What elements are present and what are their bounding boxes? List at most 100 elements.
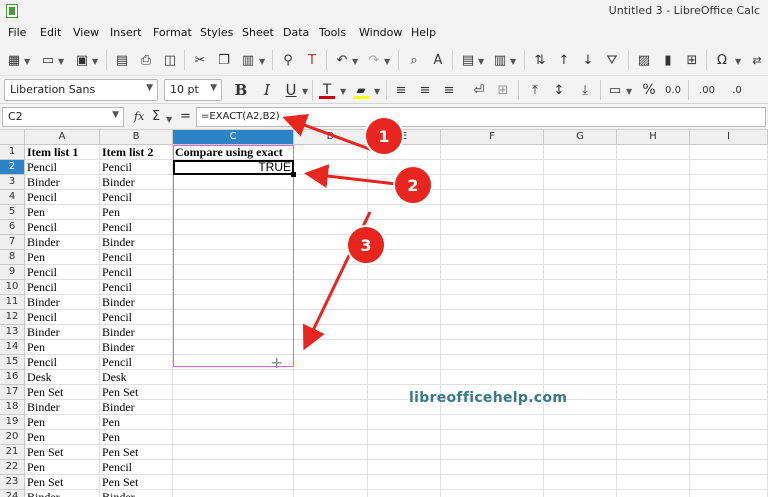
row-header[interactable]: 24 xyxy=(0,490,25,497)
cell-d3[interactable] xyxy=(294,175,368,190)
align-center-icon[interactable]: ≡ xyxy=(416,81,434,99)
cell-a15[interactable]: Pencil xyxy=(25,355,100,370)
cell-c1[interactable]: Compare using exact xyxy=(173,145,294,160)
cell-d12[interactable] xyxy=(294,310,368,325)
cell-h23[interactable] xyxy=(617,475,690,490)
cell-d18[interactable] xyxy=(294,400,368,415)
cell-c22[interactable] xyxy=(173,460,294,475)
cell-d2[interactable] xyxy=(294,160,368,175)
name-box[interactable]: C2 ▼ xyxy=(2,107,124,127)
cell-i6[interactable] xyxy=(690,220,768,235)
row-header[interactable]: 22 xyxy=(0,460,25,475)
cell-i16[interactable] xyxy=(690,370,768,385)
row-header[interactable]: 1 xyxy=(0,145,25,160)
row-header[interactable]: 17 xyxy=(0,385,25,400)
number-format-button[interactable]: 0.0 xyxy=(662,81,684,99)
cell-a10[interactable]: Pencil xyxy=(25,280,100,295)
cell-h8[interactable] xyxy=(617,250,690,265)
cell-d22[interactable] xyxy=(294,460,368,475)
column-header-d[interactable]: D xyxy=(294,130,368,145)
cell-g20[interactable] xyxy=(544,430,617,445)
cell-b1[interactable]: Item list 2 xyxy=(100,145,173,160)
cell-g3[interactable] xyxy=(544,175,617,190)
cell-g14[interactable] xyxy=(544,340,617,355)
cell-a16[interactable]: Desk xyxy=(25,370,100,385)
cell-f2[interactable] xyxy=(441,160,544,175)
cell-b6[interactable]: Pencil xyxy=(100,220,173,235)
chevron-down-icon[interactable]: ▼ xyxy=(259,57,265,66)
cell-f3[interactable] xyxy=(441,175,544,190)
cell-e12[interactable] xyxy=(368,310,441,325)
menu-tools[interactable]: Tools xyxy=(319,26,346,39)
sort-ascending-icon[interactable]: ↑ xyxy=(556,52,572,68)
add-decimal-button[interactable]: .00 xyxy=(694,81,720,99)
row-header[interactable]: 21 xyxy=(0,445,25,460)
wrap-text-icon[interactable]: ⏎ xyxy=(470,81,488,99)
cell-d13[interactable] xyxy=(294,325,368,340)
hyperlink-icon[interactable]: ⇄ xyxy=(750,52,764,68)
cell-d8[interactable] xyxy=(294,250,368,265)
cell-g10[interactable] xyxy=(544,280,617,295)
cell-e10[interactable] xyxy=(368,280,441,295)
cell-i10[interactable] xyxy=(690,280,768,295)
column-header-i[interactable]: I xyxy=(690,130,768,145)
cell-h13[interactable] xyxy=(617,325,690,340)
cell-b16[interactable]: Desk xyxy=(100,370,173,385)
cell-c7[interactable] xyxy=(173,235,294,250)
column-header-e[interactable]: E xyxy=(368,130,441,145)
spelling-icon[interactable]: A xyxy=(430,52,446,68)
cell-a8[interactable]: Pen xyxy=(25,250,100,265)
cell-h11[interactable] xyxy=(617,295,690,310)
row-header[interactable]: 14 xyxy=(0,340,25,355)
cell-c9[interactable] xyxy=(173,265,294,280)
row-header[interactable]: 13 xyxy=(0,325,25,340)
sort-icon[interactable]: ⇅ xyxy=(532,52,548,68)
cell-a2[interactable]: Pencil xyxy=(25,160,100,175)
cell-d1[interactable] xyxy=(294,145,368,160)
cell-b9[interactable]: Pencil xyxy=(100,265,173,280)
cell-h1[interactable] xyxy=(617,145,690,160)
cell-i20[interactable] xyxy=(690,430,768,445)
cell-i5[interactable] xyxy=(690,205,768,220)
chevron-down-icon[interactable]: ▼ xyxy=(374,87,380,96)
clear-formatting-icon[interactable]: T xyxy=(304,52,320,68)
cell-h10[interactable] xyxy=(617,280,690,295)
cell-f8[interactable] xyxy=(441,250,544,265)
cell-h14[interactable] xyxy=(617,340,690,355)
align-bottom-icon[interactable]: ⤓ xyxy=(576,81,594,99)
cell-f14[interactable] xyxy=(441,340,544,355)
chevron-down-icon[interactable]: ▼ xyxy=(510,57,516,66)
cell-g5[interactable] xyxy=(544,205,617,220)
cell-a22[interactable]: Pen xyxy=(25,460,100,475)
cut-icon[interactable]: ✂ xyxy=(192,52,208,68)
cell-g19[interactable] xyxy=(544,415,617,430)
cell-h9[interactable] xyxy=(617,265,690,280)
cell-i17[interactable] xyxy=(690,385,768,400)
undo-icon[interactable]: ↶ xyxy=(334,52,350,68)
cell-f15[interactable] xyxy=(441,355,544,370)
sum-button[interactable]: Σ xyxy=(152,109,160,124)
column-header-a[interactable]: A xyxy=(25,130,100,145)
cell-d9[interactable] xyxy=(294,265,368,280)
cell-a1[interactable]: Item list 1 xyxy=(25,145,100,160)
row-header[interactable]: 5 xyxy=(0,205,25,220)
cell-d10[interactable] xyxy=(294,280,368,295)
cell-e11[interactable] xyxy=(368,295,441,310)
find-replace-icon[interactable]: ⌕ xyxy=(406,52,422,68)
select-all-corner[interactable] xyxy=(0,130,25,145)
cell-d7[interactable] xyxy=(294,235,368,250)
row-header[interactable]: 16 xyxy=(0,370,25,385)
cell-e22[interactable] xyxy=(368,460,441,475)
cell-f21[interactable] xyxy=(441,445,544,460)
cell-a9[interactable]: Pencil xyxy=(25,265,100,280)
cell-a11[interactable]: Binder xyxy=(25,295,100,310)
cell-a19[interactable]: Pen xyxy=(25,415,100,430)
row-header[interactable]: 23 xyxy=(0,475,25,490)
cell-b22[interactable]: Pencil xyxy=(100,460,173,475)
font-name-box[interactable]: Liberation Sans ▼ xyxy=(4,79,158,101)
row-header[interactable]: 10 xyxy=(0,280,25,295)
menu-window[interactable]: Window xyxy=(359,26,402,39)
special-character-icon[interactable]: Ω xyxy=(714,52,730,68)
cell-a12[interactable]: Pencil xyxy=(25,310,100,325)
pivot-table-icon[interactable]: ⊞ xyxy=(684,52,700,68)
